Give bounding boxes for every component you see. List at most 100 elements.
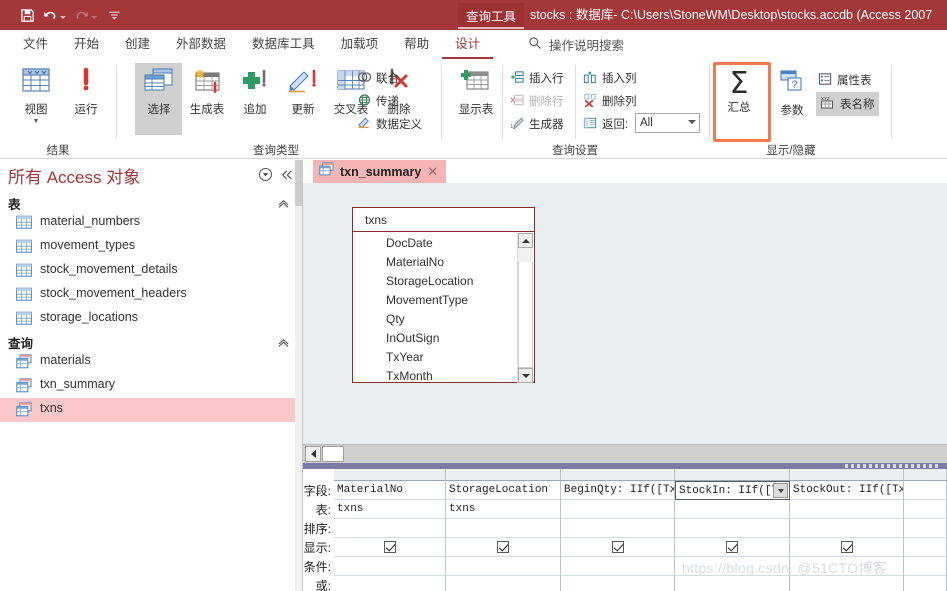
table-box-txns[interactable]: txns DocDate MaterialNo StorageLocation … (352, 207, 535, 383)
qbe-sort-cell[interactable] (675, 519, 790, 538)
append-query-button[interactable]: 追加 (231, 67, 279, 117)
field-item[interactable]: DocDate (386, 234, 433, 253)
qbe-or-cell[interactable] (446, 576, 561, 591)
show-checkbox[interactable] (611, 541, 624, 553)
field-item[interactable]: TxMonth (386, 367, 433, 383)
qbe-show-cell[interactable] (675, 538, 790, 557)
qbe-criteria-cell[interactable] (790, 557, 904, 576)
tab-addins[interactable]: 加载项 (328, 30, 392, 59)
return-rows-combobox[interactable]: All (635, 113, 700, 133)
diagram-horizontal-scrollbar[interactable] (303, 444, 947, 464)
qbe-criteria-cell[interactable] (561, 557, 675, 576)
table-names-button[interactable]: XYZ 表名称 (816, 92, 879, 116)
scrollbar-track[interactable] (518, 248, 533, 368)
scroll-left-icon[interactable] (305, 446, 321, 462)
field-item[interactable]: Qty (386, 310, 405, 329)
field-list-scrollbar[interactable] (517, 233, 533, 383)
qbe-field-cell[interactable]: BeginQty: IIf([TxY (561, 481, 675, 500)
insert-column-button[interactable]: 插入列 (583, 67, 637, 89)
qbe-field-cell-active[interactable]: StockIn: IIf([T (675, 481, 790, 500)
tab-help[interactable]: 帮助 (391, 30, 442, 59)
undo-icon[interactable] (40, 5, 68, 25)
nav-item-material_numbers[interactable]: material_numbers (0, 211, 297, 235)
field-item[interactable]: StorageLocation (386, 272, 473, 291)
delete-column-button[interactable]: 删除列 (583, 90, 637, 112)
qbe-criteria-cell[interactable] (446, 557, 561, 576)
qbe-sort-cell[interactable] (446, 519, 561, 538)
qbe-column-selector[interactable] (334, 469, 446, 481)
qbe-or-cell[interactable] (561, 576, 675, 591)
qbe-show-cell[interactable] (446, 538, 561, 557)
field-item[interactable]: MaterialNo (386, 253, 444, 272)
splitter-grip[interactable] (845, 464, 941, 468)
tab-file[interactable]: 文件 (10, 30, 61, 59)
qbe-criteria-cell[interactable] (904, 557, 947, 576)
union-query-button[interactable]: 联合 (357, 67, 399, 89)
nav-section-tables[interactable]: 表 (0, 193, 302, 213)
show-checkbox[interactable] (497, 541, 509, 553)
qbe-or-cell[interactable] (675, 576, 790, 591)
qbe-or-cell[interactable] (790, 576, 904, 591)
nav-item-txn_summary[interactable]: txn_summary (0, 374, 297, 398)
return-rows-control[interactable]: 返回: (583, 113, 628, 135)
insert-row-button[interactable]: 插入行 (510, 67, 564, 89)
qbe-field-cell[interactable]: StockOut: IIf([TxY (790, 481, 904, 500)
scroll-down-icon[interactable] (518, 368, 533, 383)
query-diagram-area[interactable]: txns DocDate MaterialNo StorageLocation … (303, 183, 947, 444)
qbe-show-cell[interactable] (904, 538, 947, 557)
nav-item-movement_types[interactable]: movement_types (0, 235, 297, 259)
make-table-query-button[interactable]: 生成表 (183, 67, 231, 117)
nav-item-stock_movement_details[interactable]: stock_movement_details (0, 259, 297, 283)
passthrough-query-button[interactable]: 传递 (357, 90, 399, 112)
qbe-column-selector[interactable] (446, 469, 561, 481)
qbe-table-cell[interactable]: txns (334, 500, 446, 519)
contextual-tab-query-tools[interactable]: 查询工具 (458, 3, 525, 29)
run-button[interactable]: 运行 (62, 67, 110, 117)
chevron-down-icon[interactable] (773, 483, 788, 498)
qbe-or-cell[interactable] (334, 576, 446, 591)
tab-design[interactable]: 设计 (442, 30, 493, 59)
qbe-column-selector[interactable] (790, 469, 904, 481)
qbe-sort-cell[interactable] (904, 519, 947, 538)
qbe-column-selector[interactable] (904, 469, 947, 481)
qbe-show-cell[interactable] (561, 538, 675, 557)
parameters-button[interactable]: ? 参数 (768, 68, 816, 118)
undo-dropdown-caret[interactable] (60, 16, 66, 19)
qbe-sort-cell[interactable] (334, 519, 446, 538)
scrollbar-thumb[interactable] (518, 248, 533, 262)
qbe-sort-cell[interactable] (790, 519, 904, 538)
select-query-button[interactable]: 选择 (135, 67, 183, 117)
show-checkbox[interactable] (840, 541, 853, 553)
chevron-down-icon[interactable] (688, 120, 696, 124)
nav-item-txns[interactable]: txns (0, 398, 297, 422)
collapse-navigation-pane-icon[interactable] (280, 168, 294, 187)
field-item[interactable]: TxYear (386, 348, 424, 367)
qbe-field-cell[interactable]: MaterialNo (334, 481, 446, 500)
qbe-field-cell[interactable] (904, 481, 947, 500)
nav-section-queries[interactable]: 查询 (0, 332, 302, 352)
update-query-button[interactable]: 更新 (279, 67, 327, 117)
navigation-filter-dropdown-icon[interactable] (258, 167, 273, 187)
show-checkbox[interactable] (383, 541, 396, 553)
nav-item-materials[interactable]: materials (0, 350, 297, 374)
tab-home[interactable]: 开始 (61, 30, 112, 59)
field-item[interactable]: InOutSign (386, 329, 439, 348)
view-button[interactable]: 视图 ▼ (12, 67, 60, 125)
tab-database-tools[interactable]: 数据库工具 (239, 30, 328, 59)
navigation-pane-scrollbar[interactable] (295, 160, 302, 591)
qbe-table-cell[interactable] (790, 500, 904, 519)
data-definition-query-button[interactable]: 数据定义 (357, 113, 422, 135)
document-tab-txn_summary[interactable]: txn_summary ✕ (313, 160, 447, 183)
qbe-column-selector[interactable] (561, 469, 675, 481)
qbe-table-cell[interactable] (675, 500, 790, 519)
scrollbar-thumb[interactable] (322, 446, 344, 462)
property-sheet-button[interactable]: 属性表 (818, 69, 872, 91)
customize-qat-icon[interactable] (106, 5, 123, 25)
close-icon[interactable]: ✕ (427, 165, 438, 178)
totals-button[interactable]: Σ 汇总 (715, 68, 763, 115)
qbe-table-cell[interactable] (904, 500, 947, 519)
tab-create[interactable]: 创建 (112, 30, 163, 59)
qbe-table-cell[interactable] (561, 500, 675, 519)
scrollbar-thumb[interactable] (295, 160, 302, 206)
show-table-button[interactable]: 显示表 (452, 67, 500, 117)
